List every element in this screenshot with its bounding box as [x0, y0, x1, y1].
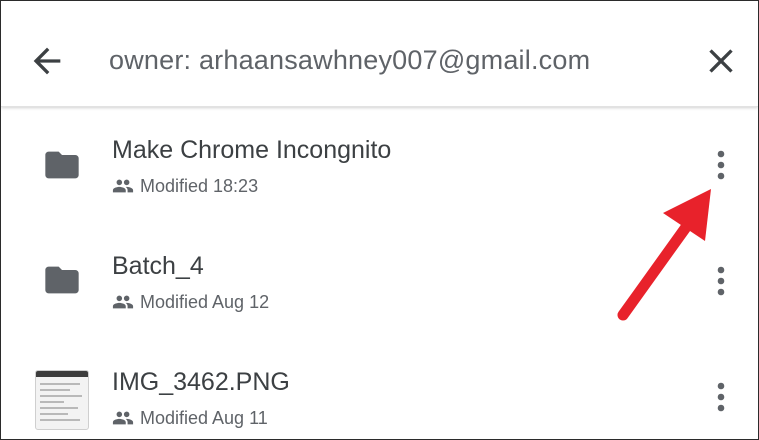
folder-icon	[45, 151, 79, 179]
file-row-img-3462[interactable]: IMG_3462.PNG Modified Aug 11	[1, 340, 758, 439]
search-bar: owner: arhaansawhney007@gmail.com	[1, 1, 758, 107]
clear-search-button[interactable]	[701, 41, 741, 81]
shared-people-icon	[112, 179, 134, 193]
file-name: IMG_3462.PNG	[112, 368, 290, 396]
red-annotation-arrow	[617, 189, 711, 321]
file-meta: Modified Aug 12	[112, 291, 269, 313]
image-thumbnail	[35, 370, 89, 430]
folder-icon	[45, 266, 79, 294]
file-name: Batch_4	[112, 252, 204, 280]
shared-people-icon	[112, 295, 134, 309]
close-icon	[709, 49, 733, 73]
modified-text: Modified Aug 11	[140, 407, 268, 428]
arrow-back-icon	[33, 47, 61, 75]
shared-people-icon	[112, 411, 134, 425]
more-options-button[interactable]	[705, 377, 737, 417]
file-meta: Modified 18:23	[112, 175, 258, 197]
back-button[interactable]	[27, 41, 67, 81]
file-meta: Modified Aug 11	[112, 407, 268, 429]
more-vert-icon	[717, 382, 725, 412]
file-name: Make Chrome Incongnito	[112, 136, 392, 164]
search-query-input[interactable]: owner: arhaansawhney007@gmail.com	[109, 45, 590, 76]
more-options-button[interactable]	[705, 145, 737, 185]
more-vert-icon	[717, 150, 725, 180]
modified-text: Modified 18:23	[140, 175, 259, 196]
modified-text: Modified Aug 12	[140, 291, 270, 312]
drive-search-results-screen: owner: arhaansawhney007@gmail.com Make C…	[0, 0, 759, 440]
